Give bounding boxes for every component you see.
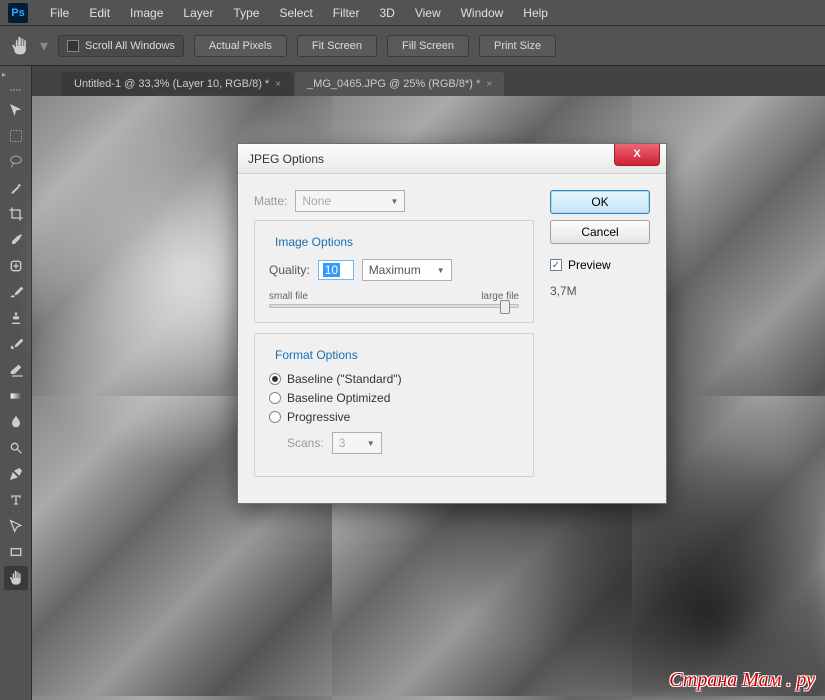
close-icon[interactable]: × [486, 79, 492, 90]
fit-screen-button[interactable]: Fit Screen [297, 35, 377, 57]
baseline-standard-radio[interactable]: Baseline ("Standard") [269, 372, 519, 386]
radio-label: Baseline Optimized [287, 391, 390, 405]
scroll-all-windows-checkbox[interactable]: Scroll All Windows [58, 35, 184, 57]
scans-value: 3 [339, 436, 346, 450]
radio-icon [269, 373, 281, 385]
gradient-tool[interactable] [4, 384, 28, 408]
chevron-down-icon: ▼ [437, 266, 445, 275]
radio-label: Progressive [287, 410, 350, 424]
tab-label: _MG_0465.JPG @ 25% (RGB/8*) * [307, 78, 480, 90]
move-tool[interactable] [4, 98, 28, 122]
print-size-button[interactable]: Print Size [479, 35, 556, 57]
quality-preset-select[interactable]: Maximum ▼ [362, 259, 452, 281]
menu-file[interactable]: File [40, 6, 79, 20]
ps-logo: Ps [8, 3, 28, 23]
matte-label: Matte: [254, 194, 287, 208]
small-file-label: small file [269, 291, 308, 302]
watermark-text: Страна Мам . ру [669, 669, 815, 692]
scroll-all-label: Scroll All Windows [85, 40, 175, 52]
dialog-title: JPEG Options [248, 152, 324, 166]
radio-icon [269, 392, 281, 404]
crop-tool[interactable] [4, 202, 28, 226]
progressive-radio[interactable]: Progressive [269, 410, 519, 424]
jpeg-options-dialog: JPEG Options X Matte: None ▼ Image Optio… [237, 143, 667, 504]
actual-pixels-button[interactable]: Actual Pixels [194, 35, 287, 57]
checkbox-icon: ✓ [550, 259, 562, 271]
checkbox-icon [67, 40, 79, 52]
radio-icon [269, 411, 281, 423]
hand-tool-icon [10, 36, 30, 56]
menu-edit[interactable]: Edit [79, 6, 120, 20]
lasso-tool[interactable] [4, 150, 28, 174]
matte-value: None [302, 194, 331, 208]
healing-brush-tool[interactable] [4, 254, 28, 278]
image-options-group: Image Options Quality: 10 Maximum ▼ smal… [254, 220, 534, 323]
menu-filter[interactable]: Filter [323, 6, 370, 20]
menu-layer[interactable]: Layer [173, 6, 223, 20]
hand-tool[interactable] [4, 566, 28, 590]
menu-window[interactable]: Window [451, 6, 514, 20]
cancel-button[interactable]: Cancel [550, 220, 650, 244]
preview-label: Preview [568, 258, 611, 272]
quality-slider[interactable] [269, 304, 519, 308]
close-button[interactable]: X [614, 144, 660, 166]
scans-label: Scans: [287, 436, 324, 450]
preview-checkbox[interactable]: ✓ Preview [550, 258, 650, 272]
menu-select[interactable]: Select [269, 6, 322, 20]
image-options-legend: Image Options [269, 235, 359, 249]
scans-select: 3 ▼ [332, 432, 382, 454]
chevron-down-icon: ▼ [390, 197, 398, 206]
document-tabs: Untitled-1 @ 33,3% (Layer 10, RGB/8) * ×… [32, 66, 825, 96]
quality-input[interactable]: 10 [318, 260, 354, 280]
menu-type[interactable]: Type [223, 6, 269, 20]
grip-icon[interactable] [4, 86, 28, 94]
type-tool[interactable] [4, 488, 28, 512]
menu-view[interactable]: View [405, 6, 451, 20]
ok-button[interactable]: OK [550, 190, 650, 214]
tools-panel: ▸ [0, 66, 32, 700]
tab-untitled[interactable]: Untitled-1 @ 33,3% (Layer 10, RGB/8) * × [62, 72, 293, 96]
quality-preset-value: Maximum [369, 263, 421, 277]
fill-screen-button[interactable]: Fill Screen [387, 35, 469, 57]
eraser-tool[interactable] [4, 358, 28, 382]
options-bar: ▾ Scroll All Windows Actual Pixels Fit S… [0, 26, 825, 66]
tab-mg0465[interactable]: _MG_0465.JPG @ 25% (RGB/8*) * × [295, 72, 504, 96]
expand-icon[interactable]: ▸ [2, 70, 12, 80]
marquee-tool[interactable] [4, 124, 28, 148]
rectangle-tool[interactable] [4, 540, 28, 564]
eyedropper-tool[interactable] [4, 228, 28, 252]
dialog-titlebar[interactable]: JPEG Options X [238, 144, 666, 174]
matte-select: None ▼ [295, 190, 405, 212]
brush-tool[interactable] [4, 280, 28, 304]
tab-label: Untitled-1 @ 33,3% (Layer 10, RGB/8) * [74, 78, 269, 90]
history-brush-tool[interactable] [4, 332, 28, 356]
magic-wand-tool[interactable] [4, 176, 28, 200]
format-options-legend: Format Options [269, 348, 364, 362]
chevron-down-icon: ▼ [367, 439, 375, 448]
pen-tool[interactable] [4, 462, 28, 486]
file-size-text: 3,7M [550, 284, 650, 298]
close-icon[interactable]: × [275, 79, 281, 90]
menu-bar: Ps File Edit Image Layer Type Select Fil… [0, 0, 825, 26]
baseline-optimized-radio[interactable]: Baseline Optimized [269, 391, 519, 405]
path-selection-tool[interactable] [4, 514, 28, 538]
quality-label: Quality: [269, 263, 310, 277]
radio-label: Baseline ("Standard") [287, 372, 402, 386]
menu-3d[interactable]: 3D [369, 6, 404, 20]
format-options-group: Format Options Baseline ("Standard") Bas… [254, 333, 534, 477]
blur-tool[interactable] [4, 410, 28, 434]
clone-stamp-tool[interactable] [4, 306, 28, 330]
menu-image[interactable]: Image [120, 6, 173, 20]
menu-help[interactable]: Help [513, 6, 558, 20]
slider-thumb[interactable] [500, 300, 510, 314]
dodge-tool[interactable] [4, 436, 28, 460]
